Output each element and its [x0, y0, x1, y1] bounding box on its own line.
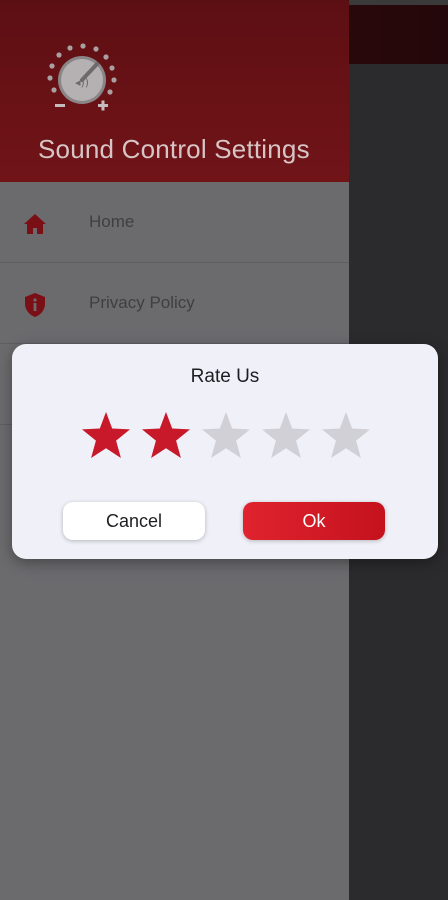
- drawer-item-privacy-policy[interactable]: Privacy Policy: [0, 264, 349, 344]
- rate-us-dialog: Rate Us Cancel Ok: [12, 344, 438, 559]
- star-empty-icon[interactable]: [320, 410, 372, 462]
- star-empty-icon[interactable]: [200, 410, 252, 462]
- dialog-title: Rate Us: [190, 366, 260, 387]
- star-filled-icon[interactable]: [140, 410, 192, 462]
- drawer-item-label: Home: [89, 212, 135, 231]
- shield-info-icon: [22, 292, 48, 318]
- drawer-item-label: Privacy Policy: [89, 293, 195, 312]
- drawer-item-home[interactable]: Home: [0, 183, 349, 263]
- drawer-title: Sound Control Settings: [38, 134, 310, 164]
- drawer-header: ◂)) Sound Control Settings: [0, 0, 349, 182]
- volume-knob-icon: ◂)): [42, 40, 122, 116]
- ok-button[interactable]: Ok: [243, 502, 385, 540]
- star-empty-icon[interactable]: [260, 410, 312, 462]
- star-filled-icon[interactable]: [80, 410, 132, 462]
- cancel-button[interactable]: Cancel: [63, 502, 205, 540]
- svg-text:◂)): ◂)): [75, 76, 89, 89]
- star-rating[interactable]: [80, 410, 380, 462]
- home-icon: [22, 211, 48, 237]
